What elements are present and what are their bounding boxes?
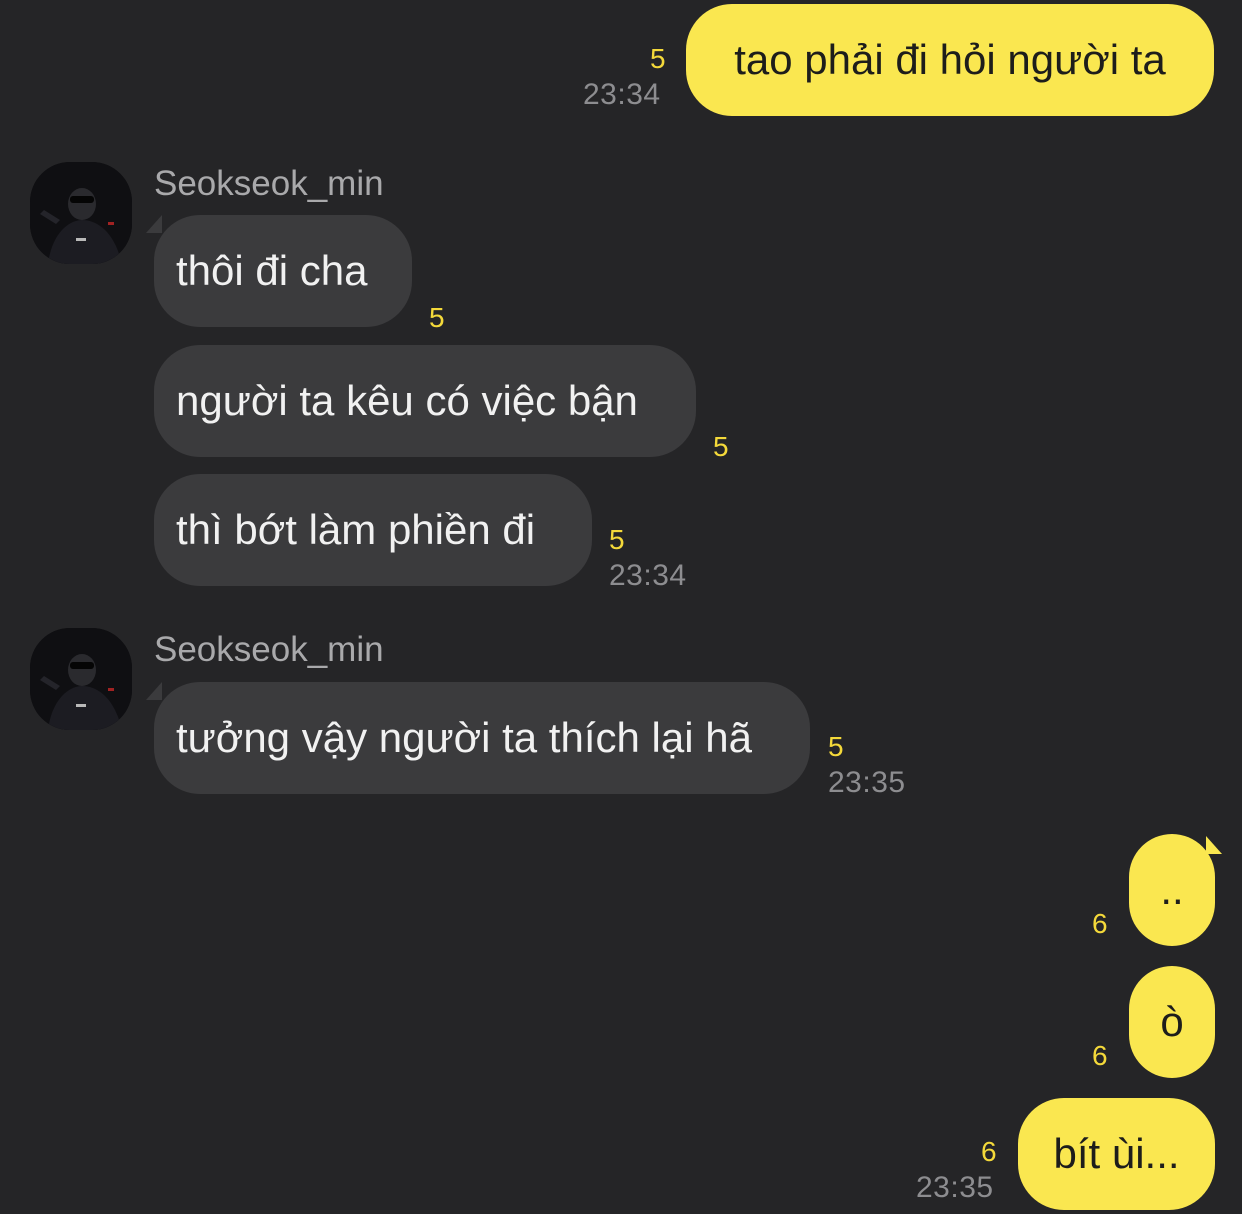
message-timestamp: 23:34 (583, 78, 661, 111)
incoming-message-bubble[interactable]: tưởng vậy người ta thích lại hã (154, 682, 810, 794)
message-text: .. (1160, 866, 1184, 913)
sender-name: Seokseok_min (154, 630, 384, 669)
message-text: tao phải đi hỏi người ta (734, 36, 1166, 83)
unread-count: 5 (828, 731, 844, 762)
unread-count: 5 (650, 43, 666, 74)
incoming-message-bubble[interactable]: người ta kêu có việc bận (154, 345, 696, 457)
sender-avatar[interactable] (30, 162, 132, 264)
sender-name: Seokseok_min (154, 164, 384, 203)
outgoing-message-bubble[interactable]: ò (1129, 966, 1215, 1078)
user-photo-avatar-icon (30, 162, 132, 264)
unread-count: 5 (713, 431, 729, 462)
message-timestamp: 23:34 (609, 559, 687, 592)
bubble-tail (146, 215, 162, 233)
unread-count: 6 (1092, 908, 1108, 939)
user-photo-avatar-icon (30, 628, 132, 730)
message-text: thì bớt làm phiền đi (176, 506, 536, 553)
bubble-tail (146, 682, 162, 700)
message-text: bít ùi... (1053, 1130, 1180, 1177)
message-text: người ta kêu có việc bận (176, 377, 638, 424)
unread-count: 6 (1092, 1040, 1108, 1071)
message-timestamp: 23:35 (828, 766, 906, 799)
unread-count: 5 (429, 302, 445, 333)
unread-count: 5 (609, 524, 625, 555)
incoming-message-bubble[interactable]: thì bớt làm phiền đi (154, 474, 592, 586)
outgoing-message-bubble[interactable]: .. (1129, 834, 1215, 946)
bubble-tail (1206, 836, 1222, 854)
message-text: thôi đi cha (176, 247, 368, 294)
unread-count: 6 (981, 1136, 997, 1167)
outgoing-message-bubble[interactable]: tao phải đi hỏi người ta (686, 4, 1214, 116)
incoming-message-bubble[interactable]: thôi đi cha (154, 215, 412, 327)
message-text: tưởng vậy người ta thích lại hã (176, 714, 752, 761)
outgoing-message-bubble[interactable]: bít ùi... (1018, 1098, 1215, 1210)
message-timestamp: 23:35 (916, 1171, 994, 1204)
sender-avatar[interactable] (30, 628, 132, 730)
message-text: ò (1160, 998, 1184, 1045)
